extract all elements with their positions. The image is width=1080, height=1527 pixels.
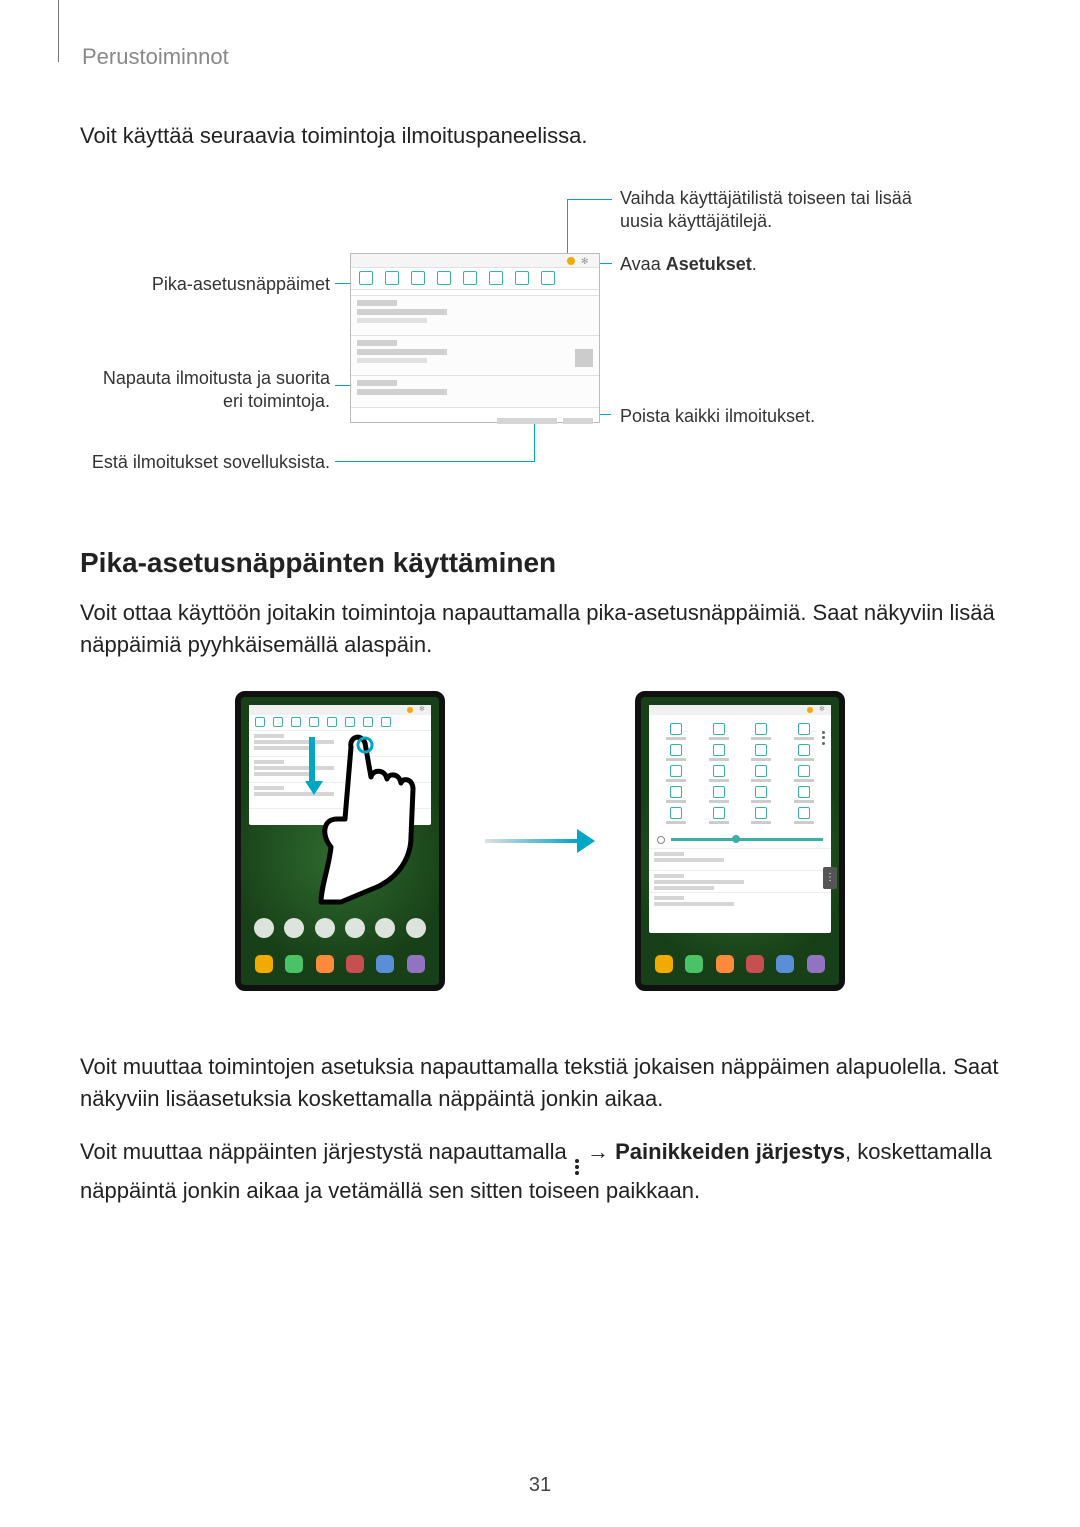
callout-clear-notifications: Poista kaikki ilmoitukset. <box>620 405 940 428</box>
more-menu-icon <box>575 1159 579 1175</box>
home-widgets <box>249 915 431 941</box>
page-header: Perustoiminnot <box>82 40 1000 70</box>
panel-expanded: ✻ <box>649 705 831 933</box>
status-bar: ✻ <box>351 254 599 268</box>
open-settings-bold: Asetukset <box>666 254 752 274</box>
brightness-slider <box>649 832 831 848</box>
user-account-icon <box>567 257 575 265</box>
callout-tap-notification: Napauta ilmoitusta ja suorita eri toimin… <box>80 367 330 414</box>
tablet-before: ✻ <box>235 691 445 991</box>
intro-text: Voit käyttää seuraavia toimintoja ilmoit… <box>80 120 1000 152</box>
qs-icon <box>541 271 555 285</box>
callout-line <box>567 199 612 200</box>
notification-panel-diagram: Pika-asetusnäppäimet Napauta ilmoitusta … <box>80 187 1000 487</box>
para-2: Voit muuttaa toimintojen asetuksia napau… <box>80 1051 1000 1115</box>
quick-settings-row <box>351 268 599 290</box>
para-1: Voit ottaa käyttöön joitakin toimintoja … <box>80 597 1000 661</box>
quick-settings-grid <box>649 715 831 832</box>
callout-open-settings: Avaa Asetukset. <box>620 253 940 276</box>
notification-footer <box>351 408 599 422</box>
hand-gesture-icon <box>311 727 441 907</box>
para3-bold: Painikkeiden järjestys <box>615 1139 845 1164</box>
open-settings-suffix: . <box>752 254 757 274</box>
open-settings-prefix: Avaa <box>620 254 666 274</box>
side-tab-button: ⋮ <box>823 867 837 889</box>
para3-a: Voit muuttaa näppäinten järjestystä napa… <box>80 1139 573 1164</box>
callout-line <box>335 461 535 462</box>
notification-item <box>351 336 599 376</box>
settings-gear-icon: ✻ <box>581 257 589 265</box>
qs-icon <box>463 271 477 285</box>
dock <box>649 951 831 977</box>
page-number: 31 <box>0 1474 1080 1497</box>
more-menu-icon <box>822 731 828 745</box>
callout-block-notifications: Estä ilmoitukset sovelluksista. <box>80 451 330 474</box>
qs-icon <box>515 271 529 285</box>
page-content: Perustoiminnot Voit käyttää seuraavia to… <box>0 0 1080 1207</box>
qs-icon <box>359 271 373 285</box>
notification-panel-mock: ✻ <box>350 253 600 423</box>
dock <box>249 951 431 977</box>
callout-quick-settings: Pika-asetusnäppäimet <box>80 273 330 296</box>
qs-icon <box>385 271 399 285</box>
para3-arrow: → <box>581 1139 615 1164</box>
notification-item <box>351 376 599 408</box>
section-heading: Pika-asetusnäppäinten käyttäminen <box>80 547 1000 579</box>
callout-switch-account: Vaihda käyttäjätilistä toiseen tai lisää… <box>620 187 940 234</box>
qs-icon <box>411 271 425 285</box>
notification-item <box>351 296 599 336</box>
transition-arrow-icon <box>485 826 595 856</box>
qs-icon <box>489 271 503 285</box>
swipe-figure-row: ✻ <box>80 691 1000 991</box>
tablet-after: ✻ ⋮ <box>635 691 845 991</box>
qs-icon <box>437 271 451 285</box>
para-3: Voit muuttaa näppäinten järjestystä napa… <box>80 1136 1000 1207</box>
